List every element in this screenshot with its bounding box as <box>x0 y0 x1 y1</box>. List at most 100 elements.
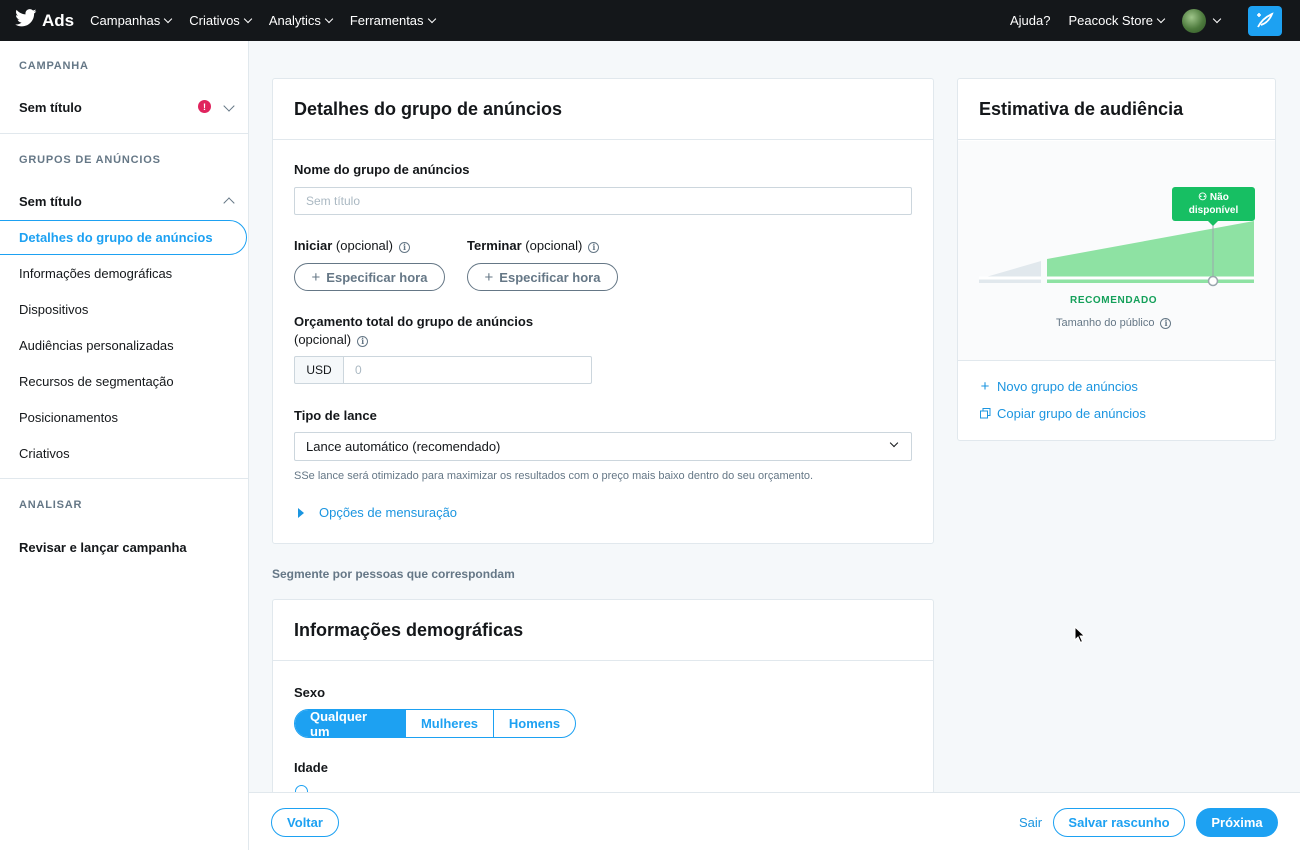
mouse-cursor-icon <box>1074 626 1086 644</box>
availability-tooltip: ⚇ Não disponível <box>1172 187 1255 226</box>
chevron-down-icon <box>163 14 173 24</box>
audience-estimate-card: Estimativa de audiência ⚇ Não disponível… <box>957 78 1276 441</box>
chart-low-area <box>979 261 1041 283</box>
adgroups-section-label: GRUPOS DE ANÚNCIOS <box>19 154 161 166</box>
chevron-up-icon[interactable] <box>223 197 235 209</box>
divider <box>0 133 249 134</box>
adgroup-details-card: Detalhes do grupo de anúncios Nome do gr… <box>272 78 934 544</box>
gender-segmented-control: Qualquer um Mulheres Homens <box>294 709 576 738</box>
card-title: Detalhes do grupo de anúncios <box>273 79 933 140</box>
new-adgroup-link[interactable]: + Novo grupo de anúncios <box>979 378 1138 395</box>
gender-option-any[interactable]: Qualquer um <box>295 710 405 737</box>
chevron-down-icon <box>243 14 253 24</box>
card-title: Informações demográficas <box>273 600 933 661</box>
audience-chart <box>979 221 1254 287</box>
adgroup-name[interactable]: Sem título <box>19 194 82 209</box>
compose-tweet-icon <box>1257 11 1274 27</box>
public-size-text: Tamanho do público <box>1056 317 1155 329</box>
help-link[interactable]: Ajuda? <box>1010 13 1050 28</box>
save-draft-button[interactable]: Salvar rascunho <box>1053 808 1185 837</box>
nav-criativos[interactable]: Criativos <box>189 13 253 28</box>
start-label: Iniciar (opcional) i <box>294 238 411 253</box>
bid-type-select[interactable]: Lance automático (recomendado) <box>294 432 912 461</box>
nav-label: Ferramentas <box>349 13 424 28</box>
info-icon[interactable]: i <box>399 242 411 253</box>
sidebar-item-placements[interactable]: Posicionamentos <box>19 410 118 425</box>
nav-label: Criativos <box>189 13 240 28</box>
tooltip-text: disponível <box>1188 205 1239 216</box>
campaign-section-label: CAMPANHA <box>19 60 89 72</box>
brand-label: Ads <box>42 10 75 30</box>
chevron-down-icon <box>427 14 436 24</box>
back-button[interactable]: Voltar <box>271 808 339 837</box>
gender-option-women[interactable]: Mulheres <box>405 710 493 737</box>
people-icon: ⚇ <box>1198 192 1210 203</box>
demographics-card: Informações demográficas Sexo Qualquer u… <box>272 599 934 799</box>
next-button[interactable]: Próxima <box>1196 808 1278 837</box>
compose-tweet-button[interactable] <box>1248 5 1282 36</box>
info-icon[interactable]: i <box>1160 317 1172 329</box>
chevron-down-icon <box>1156 14 1166 24</box>
sidebar: CAMPANHA Sem título ! GRUPOS DE ANÚNCIOS… <box>0 41 249 850</box>
nav-ferramentas[interactable]: Ferramentas <box>349 13 436 28</box>
link-label: Novo grupo de anúncios <box>997 379 1138 394</box>
plus-icon: + <box>311 268 321 286</box>
bid-label: Tipo de lance <box>294 408 377 423</box>
end-label-text: Terminar <box>467 238 522 253</box>
age-label: Idade <box>294 760 328 775</box>
adgroup-name-input[interactable]: Sem título <box>294 187 912 215</box>
sidebar-item-devices[interactable]: Dispositivos <box>19 302 88 317</box>
budget-input[interactable]: 0 <box>343 356 592 384</box>
public-size-label: Tamanho do público i <box>1056 317 1172 329</box>
link-label: Copiar grupo de anúncios <box>997 406 1146 421</box>
end-label: Terminar (opcional) i <box>467 238 600 253</box>
button-label: Especificar hora <box>326 269 428 285</box>
start-specify-time-button[interactable]: + Especificar hora <box>294 263 445 291</box>
nav-label: Analytics <box>268 13 321 28</box>
copy-adgroup-link[interactable]: Copiar grupo de anúncios <box>979 406 1146 421</box>
measurement-options-toggle[interactable]: Opções de mensuração <box>294 505 457 520</box>
info-icon[interactable]: i <box>357 336 369 347</box>
divider <box>0 478 249 479</box>
divider <box>958 360 1275 361</box>
tooltip-line: ⚇ Não <box>1172 191 1255 204</box>
sidebar-item-targeting[interactable]: Recursos de segmentação <box>19 374 174 389</box>
analyze-section-label: ANALISAR <box>19 499 83 511</box>
gender-option-men[interactable]: Homens <box>493 710 575 737</box>
bid-hint: SSe lance será otimizado para maximizar … <box>294 470 814 482</box>
sidebar-item-custom-audiences[interactable]: Audiências personalizadas <box>19 338 174 353</box>
currency-label: USD <box>294 356 344 384</box>
chevron-down-icon <box>324 14 334 24</box>
budget-label: Orçamento total do grupo de anúncios <box>294 314 534 329</box>
chevron-down-icon[interactable] <box>223 100 235 112</box>
end-specify-time-button[interactable]: + Especificar hora <box>467 263 618 291</box>
twitter-bird-icon <box>15 9 37 32</box>
ads-logo[interactable]: Ads <box>15 9 74 32</box>
exit-link[interactable]: Sair <box>1019 815 1042 830</box>
plus-icon: + <box>980 378 990 395</box>
campaign-name[interactable]: Sem título <box>19 100 82 115</box>
measurement-label: Opções de mensuração <box>319 505 458 520</box>
sidebar-item-demographics[interactable]: Informações demográficas <box>19 266 172 281</box>
account-switcher[interactable]: Peacock Store <box>1068 13 1166 28</box>
chevron-down-icon[interactable] <box>1212 14 1222 24</box>
sidebar-item-creatives[interactable]: Criativos <box>19 446 70 461</box>
optional-text: (opcional) <box>525 238 583 253</box>
top-nav: Ads Campanhas Criativos Analytics Ferram… <box>0 0 1300 41</box>
info-icon[interactable]: i <box>588 242 600 253</box>
sidebar-item-details[interactable]: Detalhes do grupo de anúncios <box>0 220 247 255</box>
nav-campanhas[interactable]: Campanhas <box>90 13 173 28</box>
avatar[interactable] <box>1182 8 1206 33</box>
nav-analytics[interactable]: Analytics <box>268 13 334 28</box>
alert-icon: ! <box>198 100 211 113</box>
account-name: Peacock Store <box>1068 13 1153 28</box>
chevron-down-icon <box>889 438 899 448</box>
caret-right-icon <box>298 507 304 518</box>
chart-marker-handle[interactable] <box>1207 275 1219 287</box>
footer-bar: Voltar Sair Salvar rascunho Próxima <box>249 792 1300 850</box>
button-label: Especificar hora <box>499 269 601 285</box>
tooltip-text: Não <box>1209 192 1229 203</box>
nav-label: Campanhas <box>90 13 161 28</box>
budget-optional: (opcional) i <box>294 332 369 347</box>
sidebar-item-review[interactable]: Revisar e lançar campanha <box>19 540 187 555</box>
